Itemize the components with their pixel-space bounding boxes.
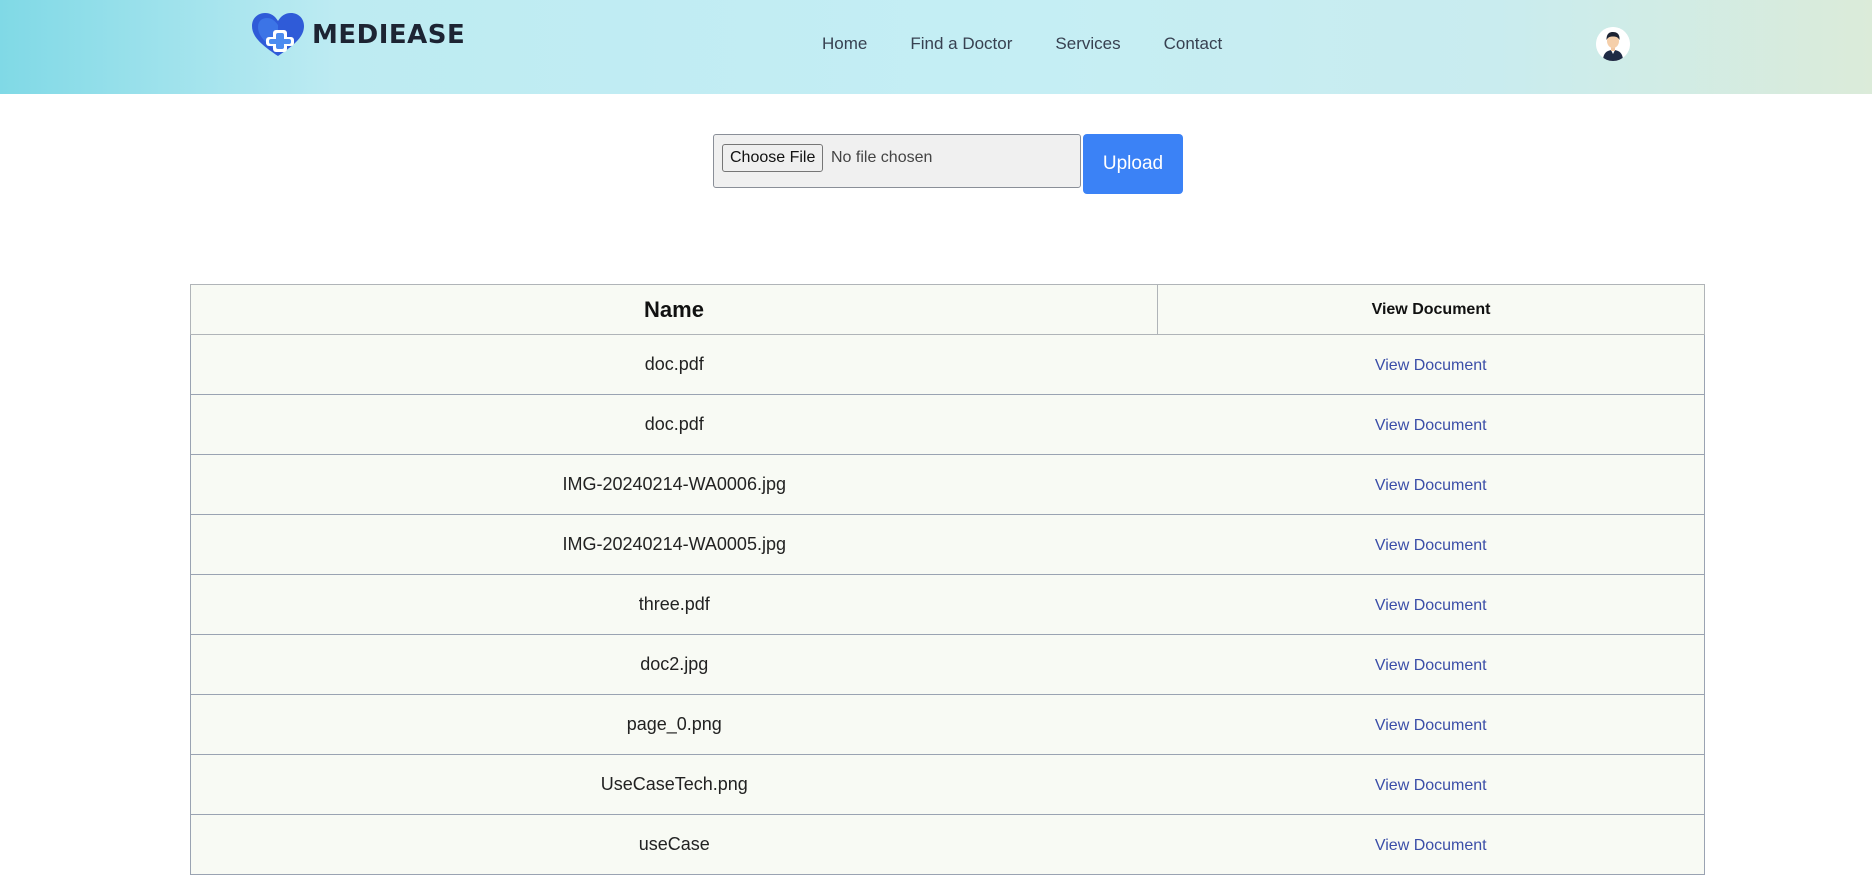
document-name: doc2.jpg <box>190 634 1158 695</box>
view-document-link[interactable]: View Document <box>1375 537 1487 554</box>
table-row: useCase View Document <box>190 814 1705 875</box>
view-document-link[interactable]: View Document <box>1375 777 1487 794</box>
view-document-link[interactable]: View Document <box>1375 717 1487 734</box>
view-cell: View Document <box>1157 694 1705 755</box>
view-document-link[interactable]: View Document <box>1375 417 1487 434</box>
document-name: three.pdf <box>190 574 1158 635</box>
table-row: three.pdf View Document <box>190 574 1705 635</box>
upload-button[interactable]: Upload <box>1083 134 1183 194</box>
view-cell: View Document <box>1157 814 1705 875</box>
nav-services[interactable]: Services <box>1055 32 1120 56</box>
heart-cross-logo-icon <box>252 13 304 56</box>
table-row: page_0.png View Document <box>190 694 1705 755</box>
brand-name: MEDIEASE <box>312 20 466 50</box>
view-cell: View Document <box>1157 454 1705 515</box>
view-document-link[interactable]: View Document <box>1375 597 1487 614</box>
document-name: doc.pdf <box>190 394 1158 455</box>
view-cell: View Document <box>1157 394 1705 455</box>
view-document-link[interactable]: View Document <box>1375 657 1487 674</box>
table-row: doc2.jpg View Document <box>190 634 1705 695</box>
file-input[interactable]: Choose File No file chosen <box>713 134 1081 188</box>
site-header: MEDIEASE Home Find a Doctor Services Con… <box>0 0 1872 94</box>
main-nav: Home Find a Doctor Services Contact <box>822 32 1265 56</box>
table-row: IMG-20240214-WA0005.jpg View Document <box>190 514 1705 575</box>
column-header-view-document: View Document <box>1157 284 1705 335</box>
view-document-link[interactable]: View Document <box>1375 477 1487 494</box>
view-document-link[interactable]: View Document <box>1375 837 1487 854</box>
view-document-link[interactable]: View Document <box>1375 357 1487 374</box>
user-avatar[interactable] <box>1596 27 1630 61</box>
table-row: doc.pdf View Document <box>190 334 1705 395</box>
nav-find-a-doctor[interactable]: Find a Doctor <box>910 32 1012 56</box>
document-name: IMG-20240214-WA0005.jpg <box>190 514 1158 575</box>
view-cell: View Document <box>1157 334 1705 395</box>
view-cell: View Document <box>1157 514 1705 575</box>
view-cell: View Document <box>1157 634 1705 695</box>
file-status-text: No file chosen <box>831 149 933 166</box>
table-row: doc.pdf View Document <box>190 394 1705 455</box>
document-name: doc.pdf <box>190 334 1158 395</box>
user-avatar-icon <box>1596 27 1630 61</box>
table-row: IMG-20240214-WA0006.jpg View Document <box>190 454 1705 515</box>
choose-file-button[interactable]: Choose File <box>722 144 824 172</box>
document-name: page_0.png <box>190 694 1158 755</box>
view-cell: View Document <box>1157 574 1705 635</box>
view-cell: View Document <box>1157 754 1705 815</box>
brand-logo[interactable]: MEDIEASE <box>250 12 465 58</box>
document-name: IMG-20240214-WA0006.jpg <box>190 454 1158 515</box>
documents-table: Name View Document doc.pdf View Document… <box>190 284 1705 875</box>
table-row: UseCaseTech.png View Document <box>190 754 1705 815</box>
document-name: useCase <box>190 814 1158 875</box>
nav-home[interactable]: Home <box>822 32 867 56</box>
column-header-name: Name <box>190 284 1158 335</box>
nav-contact[interactable]: Contact <box>1164 32 1223 56</box>
document-name: UseCaseTech.png <box>190 754 1158 815</box>
table-header-row: Name View Document <box>190 284 1705 335</box>
